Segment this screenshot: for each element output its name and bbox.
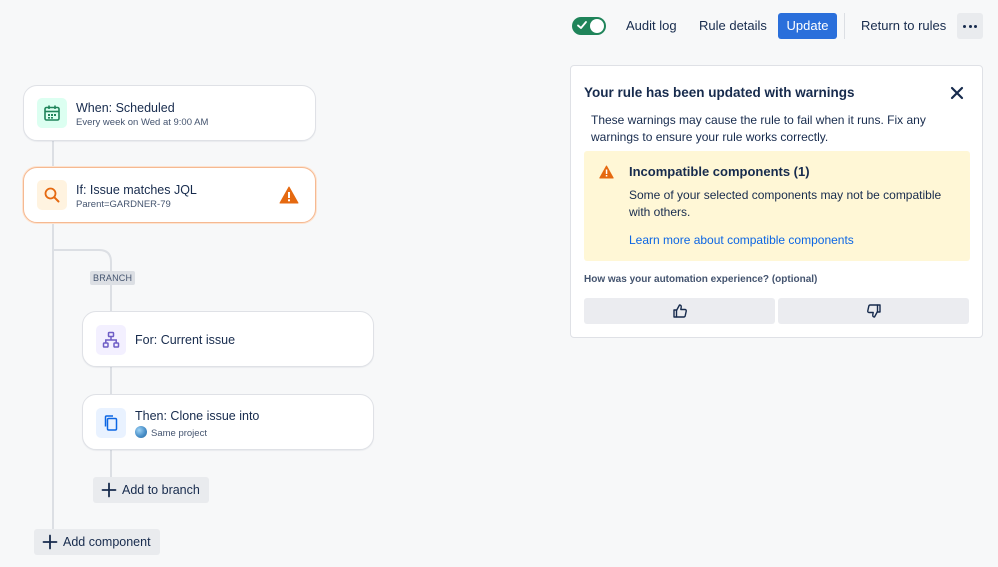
add-to-branch-button[interactable]: Add to branch (93, 477, 209, 503)
add-component-label: Add component (63, 535, 151, 549)
panel-title: Your rule has been updated with warnings (584, 85, 855, 100)
check-icon (577, 21, 587, 29)
copy-icon (104, 415, 118, 431)
toolbar-divider (844, 13, 845, 39)
trigger-subtitle: Every week on Wed at 9:00 AM (76, 117, 209, 128)
branch-tag: BRANCH (90, 271, 136, 285)
close-button[interactable] (947, 83, 967, 103)
thumbs-up-icon (672, 304, 687, 318)
flow-connector (52, 140, 54, 168)
rule-details-button[interactable]: Rule details (691, 13, 775, 39)
more-horizontal-icon (963, 25, 966, 28)
flow-connector (110, 367, 112, 394)
toggle-knob (590, 19, 604, 33)
plus-icon (101, 482, 117, 498)
action-icon-box (96, 408, 126, 438)
warning-description: Some of your selected components may not… (629, 188, 942, 219)
rule-enabled-toggle[interactable] (572, 17, 606, 35)
add-component-button[interactable]: Add component (34, 529, 160, 555)
more-options-button[interactable] (957, 13, 983, 39)
add-to-branch-label: Add to branch (122, 483, 200, 497)
hierarchy-icon (102, 331, 120, 348)
warning-icon (599, 165, 614, 179)
incompatible-components-warning: Incompatible components (1) Some of your… (584, 151, 970, 261)
branch-title: For: Current issue (135, 333, 236, 347)
warning-title: Incompatible components (1) (629, 164, 810, 179)
thumbs-down-button[interactable] (778, 298, 969, 324)
update-button[interactable]: Update (778, 13, 837, 39)
calendar-icon (44, 105, 60, 121)
action-subtitle-row: Same project (135, 426, 207, 439)
trigger-card[interactable]: When: Scheduled Every week on Wed at 9:0… (23, 85, 316, 141)
close-icon (950, 86, 964, 100)
action-subtitle: Same project (151, 428, 207, 439)
thumbs-up-button[interactable] (584, 298, 775, 324)
feedback-question: How was your automation experience? (opt… (584, 274, 818, 285)
return-to-rules-button[interactable]: Return to rules (853, 13, 954, 39)
condition-icon-box (37, 180, 67, 210)
learn-more-link[interactable]: Learn more about compatible components (629, 233, 854, 247)
branch-icon-box (96, 325, 126, 355)
audit-log-button[interactable]: Audit log (618, 13, 685, 39)
flow-connector (110, 450, 112, 478)
search-icon (44, 187, 60, 203)
branch-card[interactable]: For: Current issue (82, 311, 374, 367)
condition-title: If: Issue matches JQL (76, 183, 197, 197)
warning-icon (279, 186, 299, 204)
plus-icon (42, 534, 58, 550)
condition-card[interactable]: If: Issue matches JQL Parent=GARDNER-79 (23, 167, 316, 223)
action-card[interactable]: Then: Clone issue into Same project (82, 394, 374, 450)
project-avatar-icon (135, 426, 147, 438)
action-title: Then: Clone issue into (135, 409, 260, 423)
panel-description: These warnings may cause the rule to fai… (591, 113, 926, 144)
warnings-panel: Your rule has been updated with warnings… (570, 65, 983, 338)
thumbs-down-icon (866, 304, 881, 318)
condition-subtitle: Parent=GARDNER-79 (76, 199, 171, 210)
trigger-title: When: Scheduled (76, 101, 175, 115)
trigger-icon-box (37, 98, 67, 128)
